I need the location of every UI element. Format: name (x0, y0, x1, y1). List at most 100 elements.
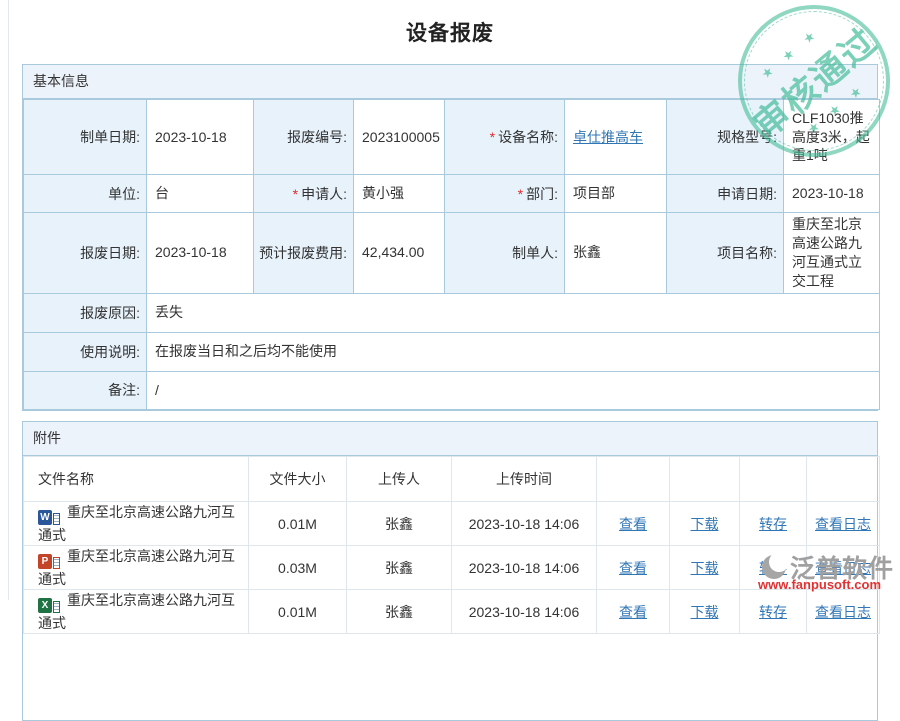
field-label-text: 申请日期: (717, 186, 777, 202)
file-icon-page (53, 513, 60, 525)
attachments-table: 文件名称 文件大小 上传人 上传时间 W重庆至北京高速公路九河互通式 0.01M… (23, 456, 880, 634)
file-icon-letter: W (38, 510, 52, 525)
field-value-remark: / (147, 371, 880, 409)
action-cell: 转存 (740, 590, 807, 634)
column-header-upload-time: 上传时间 (452, 457, 597, 502)
attachments-section: 附件 文件名称 文件大小 上传人 上传时间 W重庆至北京高速公路九河互通式 0.… (22, 421, 878, 721)
table-row: 报废日期: 2023-10-18 预计报废费用: 42,434.00 制单人: … (24, 213, 880, 294)
basic-info-section-title: 基本信息 (23, 65, 877, 99)
file-icon-letter: X (38, 598, 52, 613)
table-row: 单位: 台 *申请人: 黄小强 *部门: 项目部 申请日期: 2023-10-1… (24, 175, 880, 213)
field-value-device-name: 卓仕推高车 (565, 100, 667, 175)
action-cell: 查看日志 (807, 590, 880, 634)
required-asterisk: * (293, 186, 298, 202)
field-label-text: 预计报废费用: (259, 245, 347, 261)
field-value-make-date: 2023-10-18 (147, 100, 254, 175)
field-label-usage-note: 使用说明: (24, 332, 147, 371)
field-value-scrap-no: 2023100005 (354, 100, 445, 175)
view-link[interactable]: 查看 (619, 560, 647, 576)
column-header-empty (740, 457, 807, 502)
file-name-cell: W重庆至北京高速公路九河互通式 (24, 502, 249, 546)
action-cell: 下载 (670, 590, 740, 634)
field-value-est-cost: 42,434.00 (354, 213, 445, 294)
basic-info-table: 制单日期: 2023-10-18 报废编号: 2023100005 *设备名称:… (23, 99, 880, 410)
field-label-make-date: 制单日期: (24, 100, 147, 175)
field-label-text: 制单人: (512, 245, 558, 261)
action-cell: 查看日志 (807, 502, 880, 546)
field-label-text: 单位: (108, 186, 140, 202)
field-label-text: 报废日期: (80, 245, 140, 261)
field-value-department: 项目部 (565, 175, 667, 213)
field-label-text: 制单日期: (80, 129, 140, 145)
attachment-row: W重庆至北京高速公路九河互通式 0.01M 张鑫 2023-10-18 14:0… (24, 502, 880, 546)
file-uploader: 张鑫 (347, 590, 452, 634)
action-cell: 转存 (740, 546, 807, 590)
field-label-text: 申请人: (301, 186, 347, 202)
field-label-scrap-date: 报废日期: (24, 213, 147, 294)
excel-file-icon: X (38, 598, 60, 613)
view-link[interactable]: 查看 (619, 516, 647, 532)
file-uploader: 张鑫 (347, 502, 452, 546)
view-log-link[interactable]: 查看日志 (815, 560, 871, 576)
field-label-est-cost: 预计报废费用: (254, 213, 354, 294)
page-title: 设备报废 (0, 0, 900, 47)
field-label-apply-date: 申请日期: (667, 175, 784, 213)
table-row: 备注: / (24, 371, 880, 409)
table-row: 使用说明: 在报废当日和之后均不能使用 (24, 332, 880, 371)
file-size: 0.03M (249, 546, 347, 590)
view-log-link[interactable]: 查看日志 (815, 516, 871, 532)
field-label-text: 使用说明: (80, 344, 140, 360)
field-label-scrap-no: 报废编号: (254, 100, 354, 175)
file-upload-time: 2023-10-18 14:06 (452, 590, 597, 634)
field-value-maker: 张鑫 (565, 213, 667, 294)
save-as-link[interactable]: 转存 (759, 560, 787, 576)
action-cell: 查看日志 (807, 546, 880, 590)
download-link[interactable]: 下载 (691, 604, 719, 620)
file-name: 重庆至北京高速公路九河互通式 (38, 548, 235, 587)
file-size: 0.01M (249, 590, 347, 634)
field-label-spec-model: 规格型号: (667, 100, 784, 175)
field-label-maker: 制单人: (445, 213, 565, 294)
action-cell: 查看 (597, 502, 670, 546)
column-header-uploader: 上传人 (347, 457, 452, 502)
download-link[interactable]: 下载 (691, 560, 719, 576)
table-row: 报废原因: 丢失 (24, 293, 880, 332)
table-row: 制单日期: 2023-10-18 报废编号: 2023100005 *设备名称:… (24, 100, 880, 175)
file-name: 重庆至北京高速公路九河互通式 (38, 504, 235, 543)
field-value-scrap-reason: 丢失 (147, 293, 880, 332)
file-upload-time: 2023-10-18 14:06 (452, 546, 597, 590)
save-as-link[interactable]: 转存 (759, 604, 787, 620)
column-header-empty (597, 457, 670, 502)
view-link[interactable]: 查看 (619, 604, 647, 620)
save-as-link[interactable]: 转存 (759, 516, 787, 532)
column-header-empty (670, 457, 740, 502)
field-label-department: *部门: (445, 175, 565, 213)
file-uploader: 张鑫 (347, 546, 452, 590)
field-label-text: 项目名称: (717, 245, 777, 261)
view-log-link[interactable]: 查看日志 (815, 604, 871, 620)
field-value-project-name: 重庆至北京高速公路九河互通式立交工程 (784, 213, 880, 294)
file-icon-page (53, 601, 60, 613)
field-label-applicant: *申请人: (254, 175, 354, 213)
download-link[interactable]: 下载 (691, 516, 719, 532)
column-header-file-size: 文件大小 (249, 457, 347, 502)
field-label-text: 部门: (526, 186, 558, 202)
field-label-text: 报废原因: (80, 305, 140, 321)
attachment-row: P重庆至北京高速公路九河互通式 0.03M 张鑫 2023-10-18 14:0… (24, 546, 880, 590)
field-label-remark: 备注: (24, 371, 147, 409)
attachments-section-title: 附件 (23, 422, 877, 456)
field-value-scrap-date: 2023-10-18 (147, 213, 254, 294)
field-value-unit: 台 (147, 175, 254, 213)
field-label-project-name: 项目名称: (667, 213, 784, 294)
field-label-unit: 单位: (24, 175, 147, 213)
field-value-spec-model: CLF1030推高度3米，起重1吨 (784, 100, 880, 175)
file-icon-page (53, 557, 60, 569)
file-upload-time: 2023-10-18 14:06 (452, 502, 597, 546)
action-cell: 查看 (597, 546, 670, 590)
field-value-apply-date: 2023-10-18 (784, 175, 880, 213)
field-label-text: 备注: (108, 382, 140, 398)
field-value-usage-note: 在报废当日和之后均不能使用 (147, 332, 880, 371)
field-label-text: 规格型号: (717, 129, 777, 145)
field-label-device-name: *设备名称: (445, 100, 565, 175)
device-name-link[interactable]: 卓仕推高车 (573, 129, 643, 145)
